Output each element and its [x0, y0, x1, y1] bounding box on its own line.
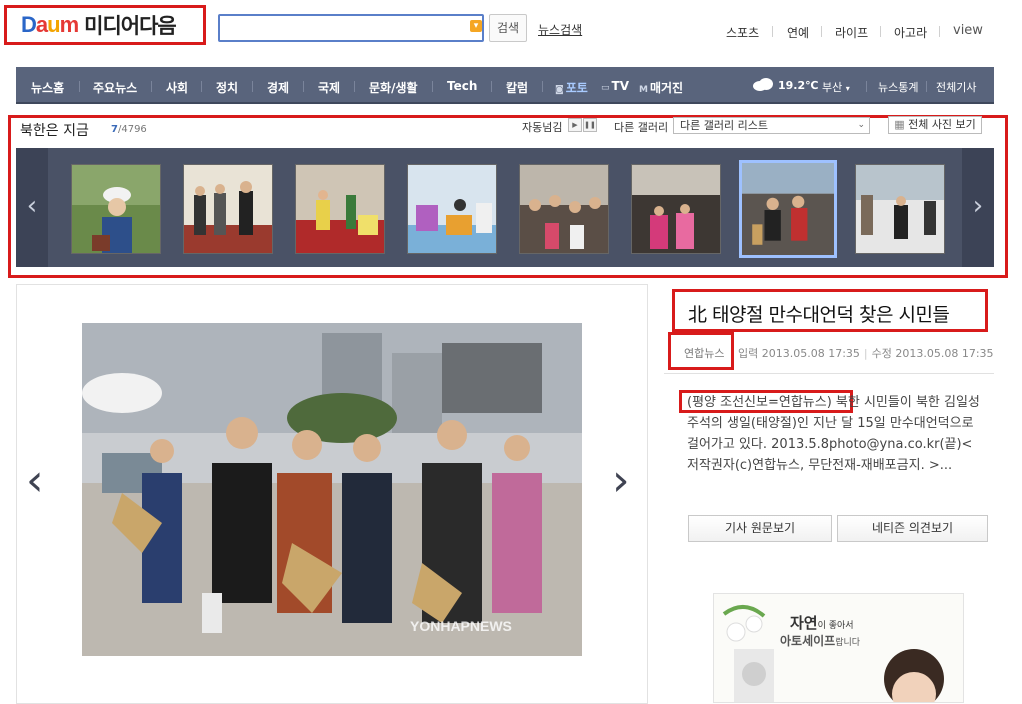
- strip-prev-arrow-icon[interactable]: ‹: [16, 148, 48, 267]
- nav-item-culture[interactable]: 문화/생활: [369, 79, 418, 96]
- ad-brand: 아토세이프랍니다: [780, 634, 861, 648]
- search-suggest-icon[interactable]: ▾: [470, 20, 482, 32]
- gallery-title: 북한은 지금: [20, 123, 89, 139]
- other-gallery-label: 다른 갤러리: [614, 121, 669, 134]
- magazine-icon: M: [639, 85, 648, 95]
- weather-city-select[interactable]: 부산 ▾: [822, 79, 850, 95]
- news-stats-link[interactable]: 뉴스통계: [878, 79, 918, 95]
- photo-watermark: YONHAPNEWS: [410, 618, 512, 634]
- nav-media-photo[interactable]: ◙ 포토: [555, 79, 588, 96]
- nav-separator: [252, 81, 253, 92]
- nav-media-tv[interactable]: ▭ TV: [601, 79, 629, 93]
- gallery-counter: 7/4796: [111, 124, 147, 135]
- nav-item-international[interactable]: 국제: [318, 79, 340, 96]
- nav-separator: [201, 81, 202, 92]
- media-daum-title: 미디어다음: [84, 14, 177, 38]
- main-photo: [82, 323, 582, 656]
- ad-headline: 자연이 좋아서: [790, 614, 854, 632]
- nav-item-tech[interactable]: Tech: [447, 79, 477, 93]
- all-articles-link[interactable]: 전체기사: [936, 79, 976, 95]
- view-original-button[interactable]: 기사 원문보기: [688, 515, 832, 542]
- news-search-link[interactable]: 뉴스검색: [538, 21, 582, 38]
- nav-separator: [79, 81, 80, 92]
- chevron-down-icon: ▾: [845, 84, 850, 93]
- nav-separator: [151, 81, 152, 92]
- top-link-view[interactable]: view: [953, 23, 983, 38]
- nav-item-top-news[interactable]: 주요뉴스: [93, 79, 137, 96]
- nav-separator: [303, 81, 304, 92]
- gallery-thumbnail-selected[interactable]: [739, 160, 837, 258]
- article-timestamps: 입력 2013.05.08 17:35 | 수정 2013.05.08 17:35: [738, 347, 994, 360]
- grid-icon: ▦: [894, 118, 909, 131]
- nav-separator: [491, 81, 492, 92]
- gallery-select[interactable]: 다른 갤러리 리스트 ⌄: [673, 117, 870, 134]
- nav-item-column[interactable]: 칼럼: [506, 79, 528, 96]
- search-input[interactable]: [218, 14, 484, 42]
- nav-separator: [926, 81, 927, 92]
- article-body-lead: (평양 조선신보=연합뉴스): [687, 395, 832, 410]
- nav-separator: [542, 81, 543, 92]
- gallery-thumbnail[interactable]: [295, 164, 385, 254]
- divider: [664, 373, 994, 374]
- weather-temperature: 19.2℃: [778, 79, 819, 92]
- chevron-down-icon: ⌄: [857, 120, 865, 130]
- view-all-photos-button[interactable]: ▦ 전체 사진 보기: [888, 116, 982, 134]
- nav-media-magazine[interactable]: M 매거진: [639, 79, 683, 96]
- nav-separator: [354, 81, 355, 92]
- nav-item-society[interactable]: 사회: [166, 79, 188, 96]
- gallery-thumbnail[interactable]: [519, 164, 609, 254]
- thumbnail-strip: [16, 148, 994, 267]
- top-link-separator: [939, 26, 940, 37]
- gallery-thumbnail[interactable]: [71, 164, 161, 254]
- top-link-agora[interactable]: 아고라: [894, 24, 927, 41]
- photo-prev-arrow-icon[interactable]: ‹: [26, 455, 44, 506]
- top-link-separator: [772, 26, 773, 37]
- nav-item-economy[interactable]: 경제: [267, 79, 289, 96]
- article-title: 北 태양절 만수대언덕 찾은 시민들: [688, 304, 950, 326]
- nav-separator: [866, 81, 867, 92]
- nav-item-politics[interactable]: 정치: [216, 79, 238, 96]
- tv-icon: ▭: [601, 83, 610, 93]
- top-link-sports[interactable]: 스포츠: [726, 24, 759, 41]
- gallery-thumbnail[interactable]: [631, 164, 721, 254]
- top-link-life[interactable]: 라이프: [835, 24, 868, 41]
- top-link-separator: [821, 26, 822, 37]
- pause-icon[interactable]: ❚❚: [583, 118, 597, 132]
- gallery-thumbnail[interactable]: [407, 164, 497, 254]
- top-link-separator: [880, 26, 881, 37]
- top-link-entertainment[interactable]: 연예: [787, 24, 809, 41]
- gallery-thumbnail[interactable]: [855, 164, 945, 254]
- article-source[interactable]: 연합뉴스: [684, 345, 724, 361]
- daum-logo[interactable]: Daum 미디어다음: [4, 5, 206, 45]
- search-button[interactable]: 검색: [489, 14, 527, 42]
- photo-next-arrow-icon[interactable]: ›: [612, 455, 630, 506]
- article-body: (평양 조선신보=연합뉴스) 북한 시민들이 북한 김일성 주석의 생일(태양절…: [687, 392, 993, 476]
- view-comments-button[interactable]: 네티즌 의견보기: [837, 515, 988, 542]
- nav-item-news-home[interactable]: 뉴스홈: [31, 79, 64, 96]
- play-icon[interactable]: ▶: [568, 118, 582, 132]
- camera-icon: ◙: [555, 85, 564, 95]
- autoplay-label: 자동넘김: [522, 121, 563, 134]
- strip-next-arrow-icon[interactable]: ›: [962, 148, 994, 267]
- nav-separator: [432, 81, 433, 92]
- daum-logo-mark: Daum: [21, 12, 79, 37]
- cloud-icon: [752, 76, 774, 92]
- gallery-thumbnail[interactable]: [183, 164, 273, 254]
